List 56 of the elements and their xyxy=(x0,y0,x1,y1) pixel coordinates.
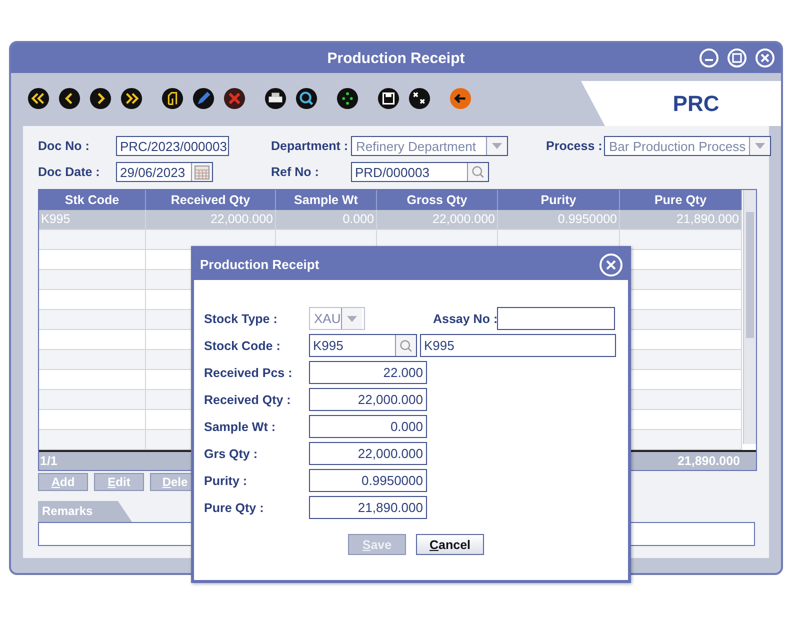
input-field[interactable]: 22,000.000 xyxy=(309,388,427,411)
input-field[interactable]: 0.9950000 xyxy=(309,469,427,492)
input-field[interactable]: K995 xyxy=(420,334,616,357)
minimize-icon[interactable] xyxy=(699,48,719,68)
input-field[interactable]: 22.000 xyxy=(309,361,427,384)
field-label: Sample Wt : xyxy=(204,420,277,434)
field-label: Doc Date : xyxy=(38,165,101,179)
close-icon[interactable] xyxy=(755,48,775,68)
field-label: Process : xyxy=(546,139,604,153)
field-label: Pure Qty : xyxy=(204,500,265,514)
input-field[interactable]: PRD/000003 xyxy=(351,162,489,182)
dropdown-caret-icon[interactable] xyxy=(486,137,507,155)
scrollbar[interactable] xyxy=(743,190,756,444)
document-icon[interactable] xyxy=(161,87,184,110)
date-field[interactable]: 29/06/2023 xyxy=(116,162,213,182)
window-title: Production Receipt xyxy=(327,50,465,66)
input-field[interactable]: 21,890.000 xyxy=(309,496,427,519)
dialog-title: Production Receipt xyxy=(200,257,320,272)
save-icon[interactable] xyxy=(377,87,400,110)
double-chevron-right-icon[interactable] xyxy=(120,87,143,110)
chevron-left-icon[interactable] xyxy=(58,87,81,110)
field-label: Stock Type : xyxy=(204,312,278,326)
search-icon[interactable] xyxy=(295,87,318,110)
field-label: Ref No : xyxy=(271,165,320,179)
dropdown-field[interactable]: Refinery Department xyxy=(351,136,508,156)
field-label: Purity : xyxy=(204,474,248,488)
delete-icon[interactable] xyxy=(223,87,246,110)
field-label: Grs Qty : xyxy=(204,446,258,460)
field-label: Received Qty : xyxy=(204,392,292,406)
input-field[interactable] xyxy=(497,307,615,330)
clear-icon[interactable] xyxy=(408,87,431,110)
dots-icon[interactable] xyxy=(336,87,359,110)
total-text: 21,890.000 xyxy=(677,454,740,468)
calendar-icon[interactable] xyxy=(191,163,212,181)
dropdown-caret-icon[interactable] xyxy=(749,137,770,155)
maximize-icon[interactable] xyxy=(727,48,747,68)
field-label: Received Pcs : xyxy=(204,366,294,380)
printer-icon[interactable] xyxy=(264,87,287,110)
dropdown-field[interactable]: Bar Production Process xyxy=(604,136,771,156)
input-field[interactable]: K995 xyxy=(309,334,417,357)
chevron-right-icon[interactable] xyxy=(89,87,112,110)
pager-text: 1/1 xyxy=(40,454,58,468)
close-icon[interactable] xyxy=(599,252,623,276)
field-label: Stock Code : xyxy=(204,338,282,352)
field-label: Department : xyxy=(271,139,350,153)
input-field[interactable]: 0.000 xyxy=(309,415,427,438)
double-chevron-left-icon[interactable] xyxy=(27,87,50,110)
dropdown-caret-icon[interactable] xyxy=(340,308,362,329)
pencil-icon[interactable] xyxy=(192,87,215,110)
input-field[interactable]: PRC/2023/000003 xyxy=(116,136,229,156)
dropdown-field[interactable]: XAU xyxy=(309,307,365,330)
dialog-button[interactable]: Cancel xyxy=(416,534,484,555)
input-field[interactable]: 22,000.000 xyxy=(309,442,427,465)
field-label: Assay No : xyxy=(433,312,497,326)
field-label: Doc No : xyxy=(38,139,90,153)
module-tab[interactable]: PRC xyxy=(581,81,781,126)
